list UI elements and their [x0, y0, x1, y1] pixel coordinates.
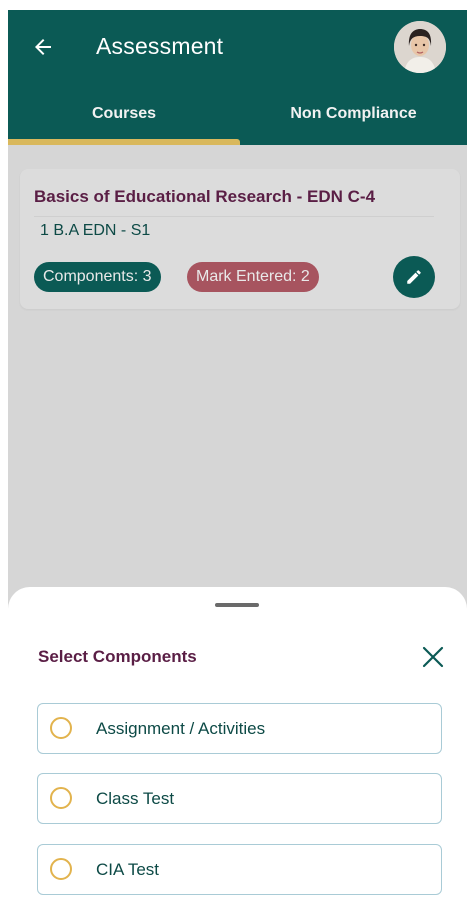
drag-handle[interactable] [215, 603, 259, 607]
arrow-left-icon [35, 39, 51, 55]
edit-button[interactable] [393, 256, 435, 298]
user-avatar-icon [394, 21, 446, 73]
option-label: CIA Test [96, 860, 159, 879]
radio-button[interactable] [50, 717, 72, 739]
option-label: Assignment / Activities [96, 719, 266, 738]
tab-non-compliance[interactable]: Non Compliance [240, 105, 467, 123]
avatar[interactable] [394, 21, 446, 73]
course-title: Basics of Educational Research - EDN C-4 [34, 187, 376, 206]
sheet-title: Select Components [38, 647, 197, 666]
select-components-sheet: Select Components Assignment / Activitie… [8, 587, 467, 921]
component-option-cia-test[interactable]: CIA Test [37, 844, 442, 895]
component-option-assignment[interactable]: Assignment / Activities [37, 703, 442, 754]
app-frame: Assessment Courses Non Compliance Basics… [8, 10, 467, 921]
page-title: Assessment [96, 33, 224, 59]
component-option-class-test[interactable]: Class Test [37, 773, 442, 824]
course-card[interactable]: Basics of Educational Research - EDN C-4… [20, 169, 460, 309]
tab-courses[interactable]: Courses [8, 105, 240, 123]
app-header: Assessment Courses Non Compliance [8, 10, 467, 145]
marks-entered-badge: Mark Entered: 2 [187, 262, 319, 292]
components-badge: Components: 3 [34, 262, 161, 292]
back-button[interactable] [28, 32, 58, 62]
course-batch: 1 B.A EDN - S1 [40, 222, 151, 239]
radio-button[interactable] [50, 787, 72, 809]
radio-button[interactable] [50, 858, 72, 880]
pencil-icon [407, 270, 421, 284]
option-label: Class Test [96, 789, 175, 808]
close-button[interactable] [419, 643, 447, 671]
close-icon [422, 646, 444, 668]
card-divider [34, 216, 434, 217]
